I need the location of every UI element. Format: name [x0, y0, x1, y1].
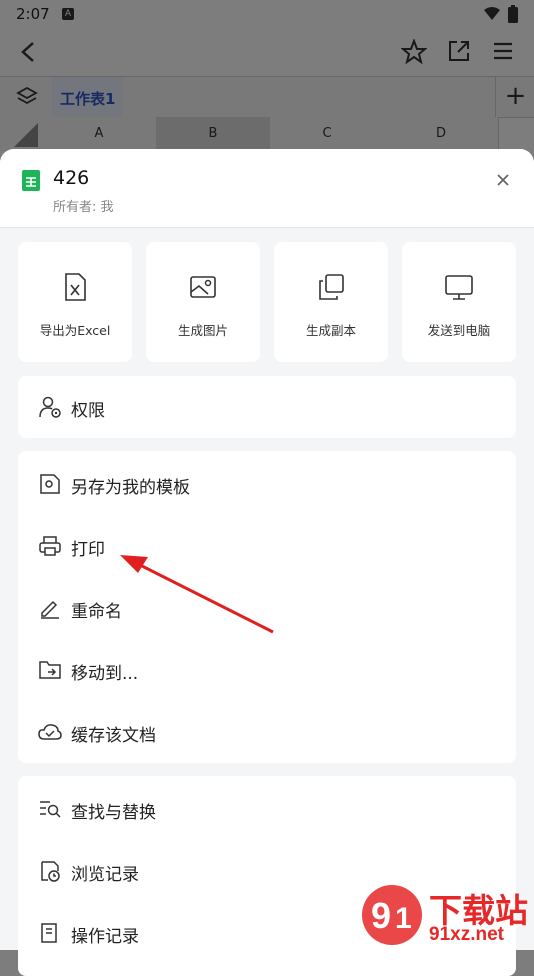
spreadsheet-file-icon — [22, 170, 40, 191]
watermark-url: 91xz.net — [429, 924, 504, 945]
browse-history-label: 浏览记录 — [71, 865, 139, 885]
watermark: 9 1 下载站 91xz.net — [355, 880, 534, 950]
monitor-icon — [445, 275, 473, 300]
image-icon — [190, 276, 216, 298]
move-to-label: 移动到... — [71, 664, 139, 684]
cache-document-label: 缓存该文档 — [71, 726, 156, 746]
red-arrow-annotation — [120, 555, 274, 634]
close-icon[interactable] — [490, 167, 516, 193]
svg-text:9: 9 — [371, 895, 391, 936]
file-name: 426 — [53, 167, 90, 189]
send-to-pc-label: 发送到电脑 — [427, 323, 491, 338]
folder-move-icon — [39, 661, 61, 679]
permission-label: 权限 — [71, 401, 105, 421]
cache-document-item[interactable]: 缓存该文档 — [18, 701, 516, 763]
template-icon — [40, 474, 60, 494]
quick-actions: 导出为Excel 生成图片 生成副本 发送到电脑 — [18, 242, 516, 362]
svg-text:1: 1 — [395, 902, 412, 935]
export-excel-label: 导出为Excel — [39, 323, 111, 338]
user-permission-icon — [39, 396, 61, 418]
make-copy-button[interactable]: 生成副本 — [274, 242, 388, 362]
printer-icon — [39, 536, 61, 556]
sheet-header: 426 所有者: 我 — [0, 149, 534, 228]
permission-item[interactable]: 权限 — [18, 376, 516, 438]
find-replace-item[interactable]: 查找与替换 — [18, 778, 516, 840]
save-as-template-item[interactable]: 另存为我的模板 — [18, 453, 516, 515]
log-icon — [41, 923, 57, 943]
generate-image-button[interactable]: 生成图片 — [146, 242, 260, 362]
file-owner: 所有者: 我 — [53, 200, 114, 215]
cloud-check-icon — [38, 724, 62, 740]
permission-card: 权限 — [18, 376, 516, 438]
pencil-icon — [41, 600, 59, 619]
watermark-logo-icon: 9 1 — [362, 885, 422, 945]
make-copy-label: 生成副本 — [305, 323, 356, 338]
send-to-pc-button[interactable]: 发送到电脑 — [402, 242, 516, 362]
excel-file-icon — [65, 273, 86, 301]
history-icon — [41, 861, 60, 882]
find-replace-icon — [40, 801, 61, 818]
export-excel-button[interactable]: 导出为Excel — [18, 242, 132, 362]
move-to-item[interactable]: 移动到... — [18, 639, 516, 701]
save-as-template-label: 另存为我的模板 — [71, 478, 190, 498]
operation-log-label: 操作记录 — [71, 927, 139, 947]
print-label: 打印 — [71, 540, 105, 560]
generate-image-label: 生成图片 — [177, 323, 228, 338]
copy-icon — [319, 274, 344, 300]
find-replace-label: 查找与替换 — [71, 803, 156, 823]
